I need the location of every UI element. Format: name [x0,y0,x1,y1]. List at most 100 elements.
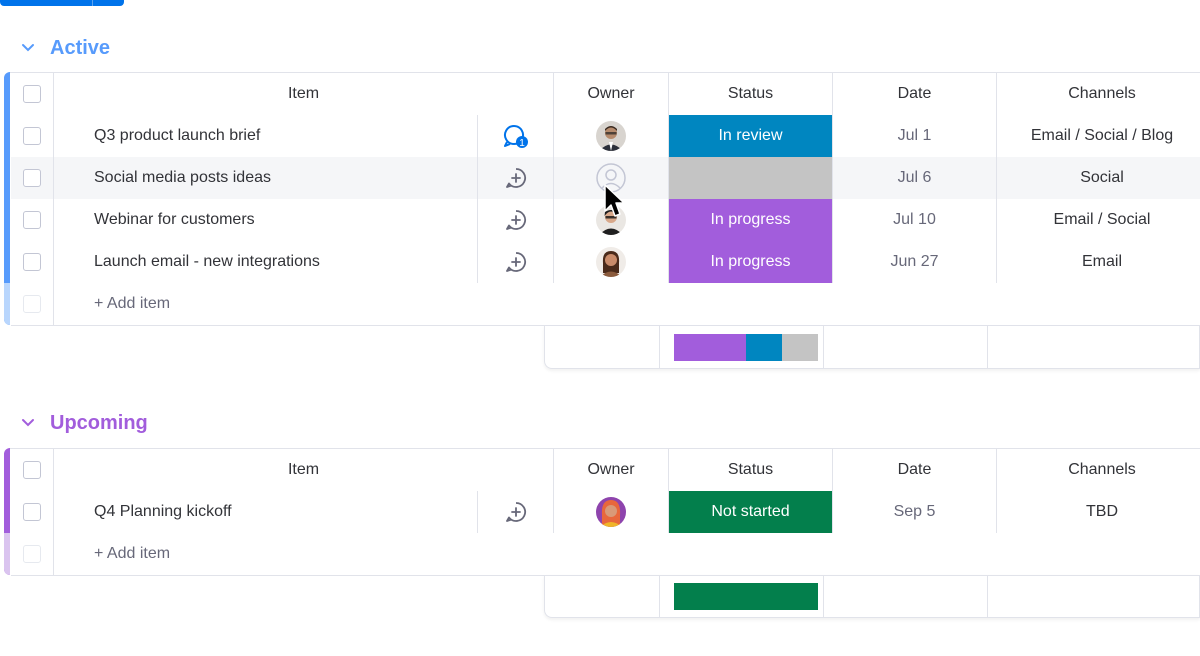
table-row[interactable]: Q3 product launch brief 1 In review Jul … [11,115,1200,158]
column-header-channels[interactable]: Channels [997,449,1200,491]
chevron-down-icon[interactable] [18,413,38,433]
avatar[interactable] [596,247,626,277]
date-cell[interactable]: Jul 10 [833,199,997,241]
group-header-active[interactable]: Active [18,33,110,63]
status-summary-bar[interactable] [674,334,818,361]
row-checkbox-cell[interactable] [11,241,54,283]
channels-cell[interactable]: TBD [997,491,1200,533]
date-cell[interactable]: Sep 5 [833,491,997,533]
row-checkbox-cell[interactable] [11,157,54,199]
column-header-status[interactable]: Status [669,73,833,115]
row-checkbox[interactable] [23,127,41,145]
channels-cell[interactable]: Email [997,241,1200,283]
group-table: Item Owner Status Date Channels Q4 Plann… [10,448,1200,576]
add-item-label[interactable]: + Add item [94,545,170,563]
row-checkbox[interactable] [23,253,41,271]
select-all-checkbox[interactable] [23,461,41,479]
status-label[interactable] [669,157,833,199]
row-checkbox[interactable] [23,169,41,187]
status-label[interactable]: Not started [669,491,833,533]
status-label[interactable]: In progress [669,199,833,241]
item-name[interactable]: Webinar for customers [54,199,478,241]
group-table: Item Owner Status Date Channels Q3 produ… [10,72,1200,326]
row-checkbox[interactable] [23,211,41,229]
summary-segment-in-progress[interactable] [674,334,746,361]
svg-text:1: 1 [519,138,525,149]
summary-segment-in-review[interactable] [746,334,782,361]
column-header-date[interactable]: Date [833,73,997,115]
summary-divider [659,326,660,368]
summary-divider [823,575,824,617]
select-all-checkbox[interactable] [23,85,41,103]
add-conversation-icon[interactable] [504,500,528,524]
add-item-input[interactable]: + Add item [54,283,478,325]
row-checkbox-cell[interactable] [11,199,54,241]
column-header-owner[interactable]: Owner [554,449,669,491]
table-row[interactable]: Q4 Planning kickoff Not started Sep 5 TB… [11,491,1200,534]
channels-cell[interactable]: Email / Social / Blog [997,115,1200,157]
channels-cell[interactable]: Email / Social [997,199,1200,241]
column-header-item[interactable]: Item [54,449,554,491]
group-summary-row [544,575,1200,618]
summary-divider [823,326,824,368]
row-checkbox-cell [11,283,54,325]
item-name[interactable]: Social media posts ideas [54,157,478,199]
column-header-status[interactable]: Status [669,449,833,491]
chevron-down-icon[interactable] [18,38,38,58]
select-all-cell[interactable] [11,73,54,115]
owner-cell[interactable] [554,491,669,533]
summary-segment-empty[interactable] [782,334,818,361]
item-name[interactable]: Q4 Planning kickoff [54,491,478,533]
group-header-upcoming[interactable]: Upcoming [18,408,148,438]
summary-divider [987,326,988,368]
mouse-cursor-icon [604,184,625,217]
column-header-owner[interactable]: Owner [554,73,669,115]
owner-cell[interactable] [554,115,669,157]
add-update-button[interactable] [478,157,554,199]
item-name[interactable]: Q3 product launch brief [54,115,478,157]
item-name[interactable]: Launch email - new integrations [54,241,478,283]
avatar[interactable] [596,497,626,527]
disabled-checkbox [23,545,41,563]
summary-segment-not-started[interactable] [674,583,818,610]
group-color-bar-add [4,533,10,575]
status-label[interactable]: In review [669,115,833,157]
summary-divider [987,575,988,617]
row-checkbox[interactable] [23,503,41,521]
add-item-label[interactable]: + Add item [94,295,170,313]
column-header-row: Item Owner Status Date Channels [11,449,1200,492]
summary-divider [659,575,660,617]
add-update-button[interactable] [478,241,554,283]
status-label[interactable]: In progress [669,241,833,283]
row-checkbox-cell [11,533,54,575]
avatar[interactable] [596,121,626,151]
row-checkbox-cell[interactable] [11,115,54,157]
top-toolbar-button[interactable] [0,0,124,6]
owner-cell[interactable] [554,241,669,283]
updates-button[interactable]: 1 [478,115,554,157]
add-item-row[interactable]: + Add item [11,533,1200,576]
add-item-input[interactable]: + Add item [54,533,478,575]
row-checkbox-cell[interactable] [11,491,54,533]
add-conversation-icon[interactable] [504,166,528,190]
conversation-icon[interactable]: 1 [502,123,530,149]
add-update-button[interactable] [478,491,554,533]
column-header-channels[interactable]: Channels [997,73,1200,115]
table-row[interactable]: Launch email - new integrations In progr… [11,241,1200,284]
select-all-cell[interactable] [11,449,54,491]
column-header-date[interactable]: Date [833,449,997,491]
group-title[interactable]: Upcoming [50,412,148,435]
add-conversation-icon[interactable] [504,208,528,232]
status-summary-bar[interactable] [674,583,818,610]
date-cell[interactable]: Jun 27 [833,241,997,283]
add-item-row[interactable]: + Add item [11,283,1200,326]
add-conversation-icon[interactable] [504,250,528,274]
date-cell[interactable]: Jul 6 [833,157,997,199]
add-update-button[interactable] [478,199,554,241]
column-header-item[interactable]: Item [54,73,554,115]
date-cell[interactable]: Jul 1 [833,115,997,157]
group-title[interactable]: Active [50,37,110,60]
channels-cell[interactable]: Social [997,157,1200,199]
toolbar-button-divider [92,0,93,6]
group-color-bar-add [4,283,10,325]
